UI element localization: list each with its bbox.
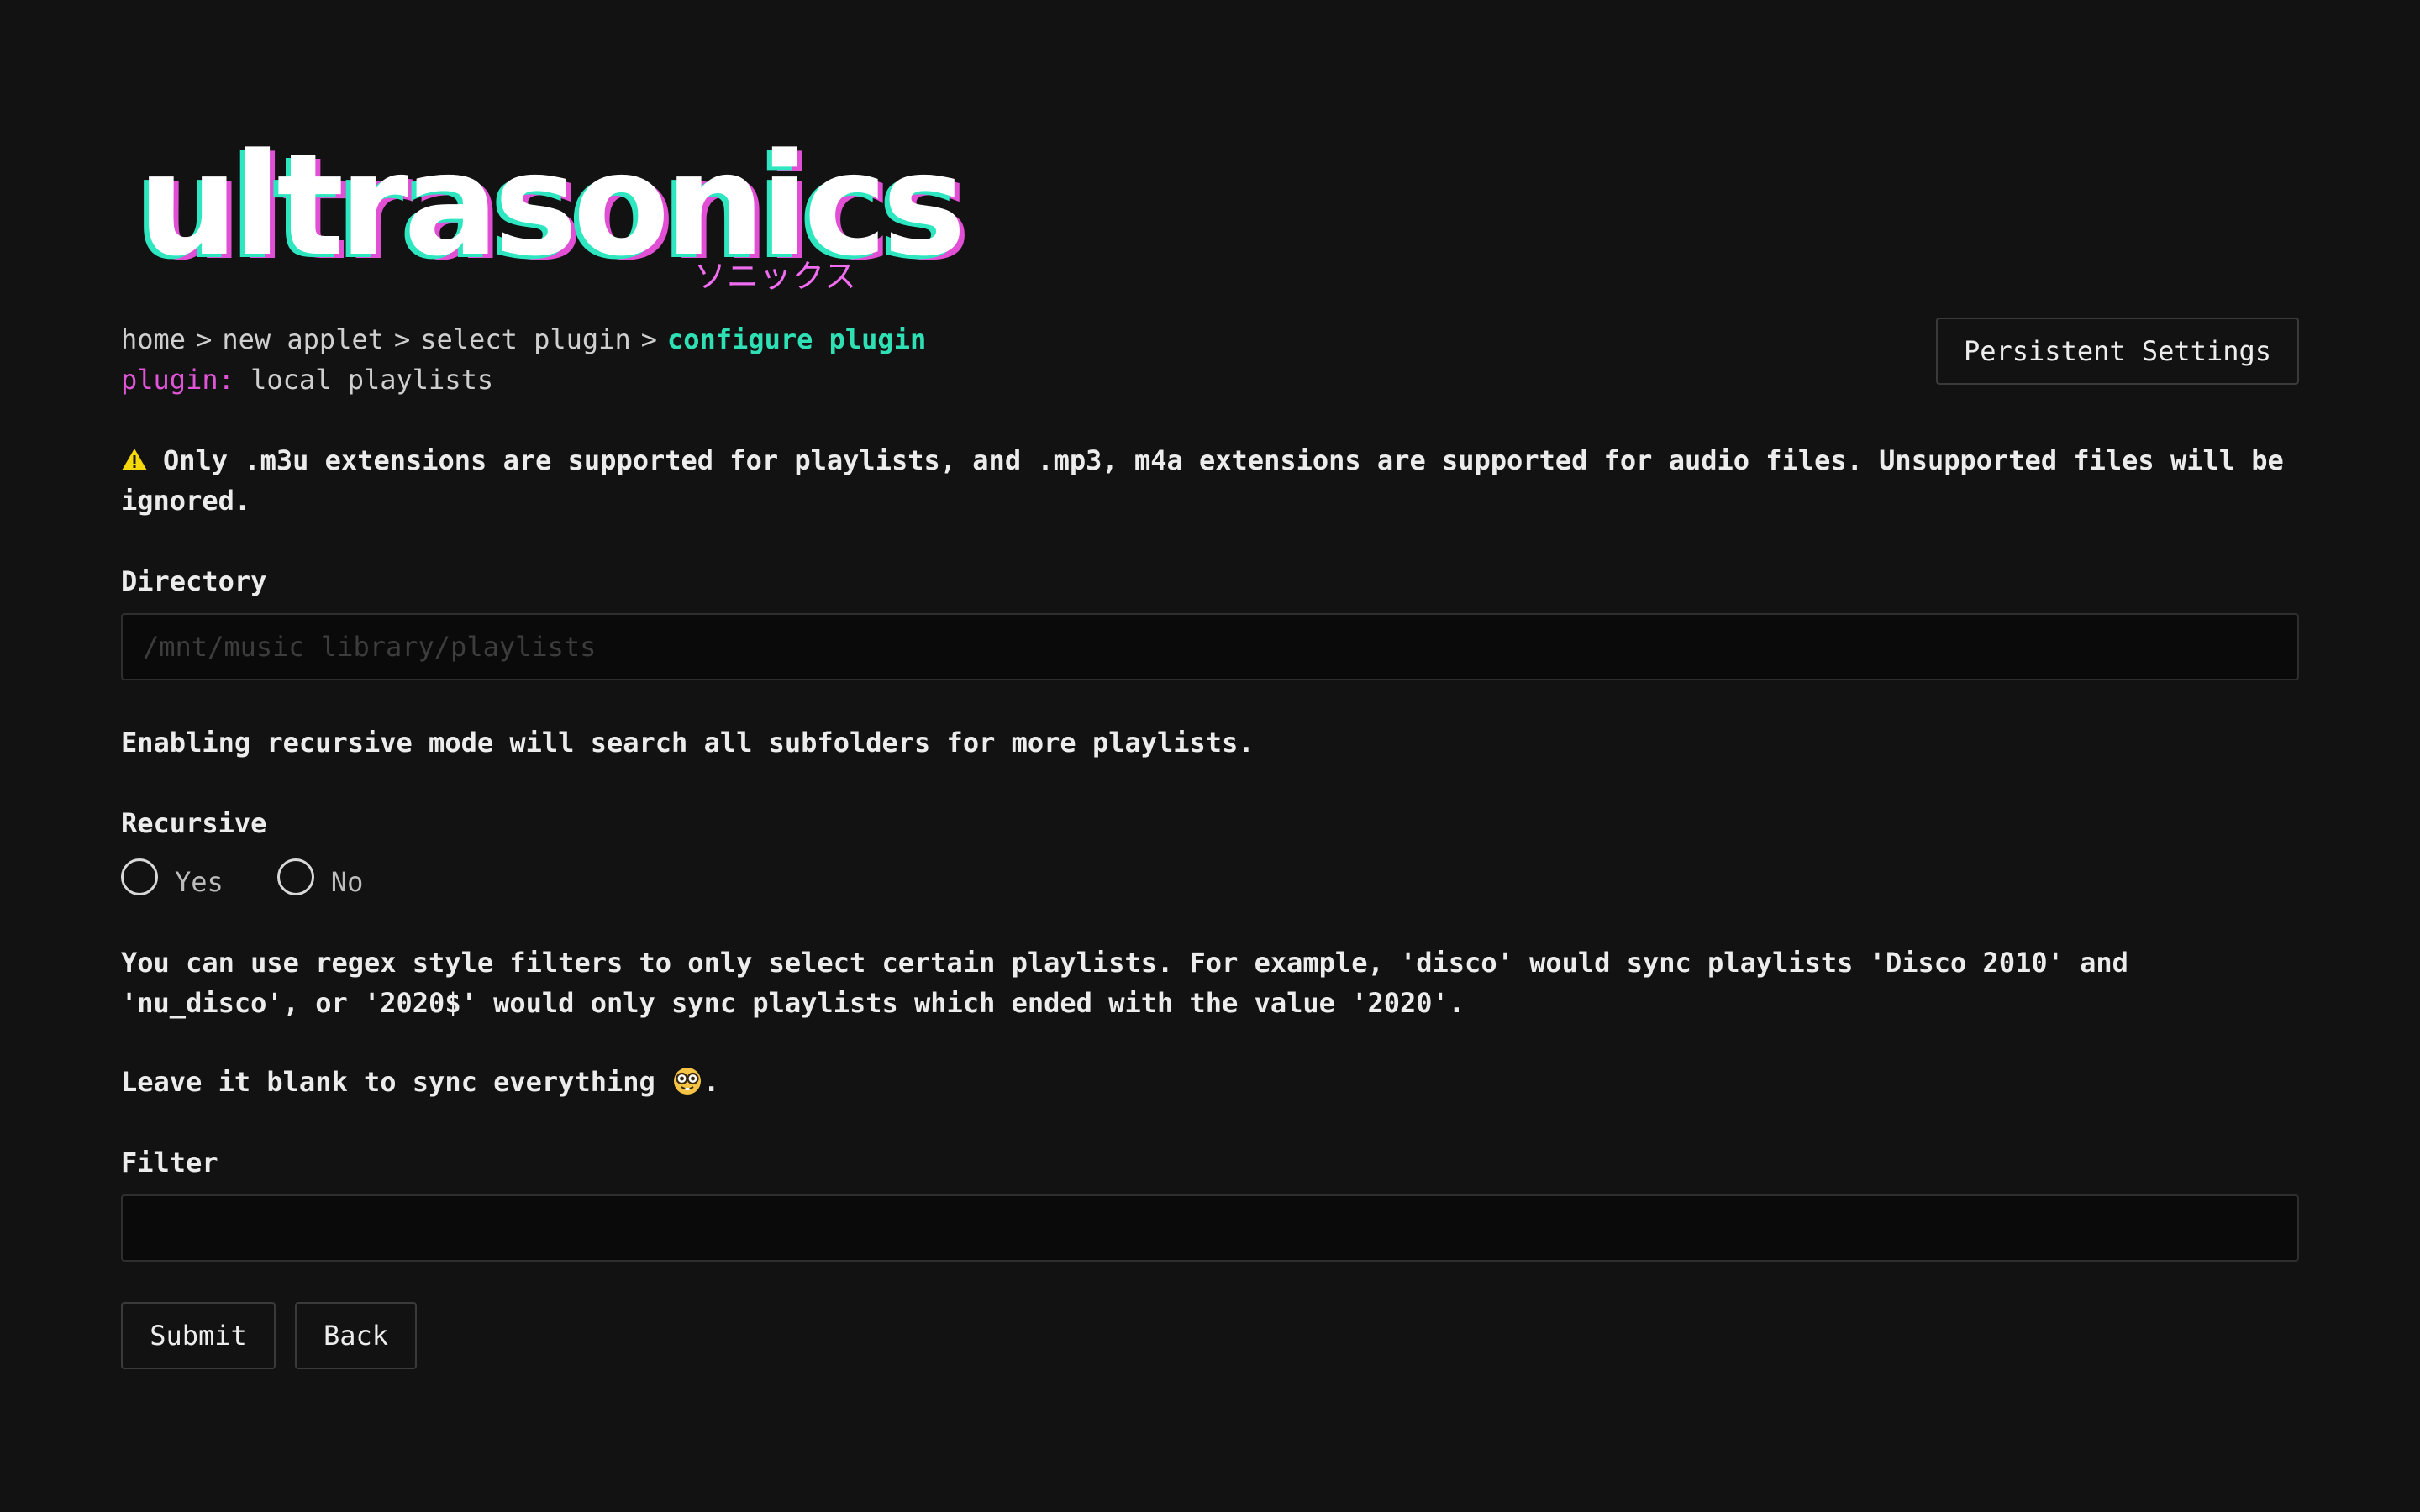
filter-input[interactable]: [121, 1194, 2299, 1262]
breadcrumb-separator: >: [196, 323, 213, 355]
recursive-no-option[interactable]: No: [276, 858, 364, 898]
plugin-key: plugin:: [121, 364, 234, 396]
warning-message: Only .m3u extensions are supported for p…: [121, 440, 2299, 521]
breadcrumb-current: configure plugin: [666, 323, 927, 355]
directory-label: Directory: [121, 565, 267, 597]
directory-input[interactable]: [121, 613, 2299, 680]
filter-label: Filter: [121, 1147, 218, 1179]
recursive-label: Recursive: [121, 807, 267, 839]
page: ultrasonics ソニックス home > new applet > select…: [121, 0, 2299, 1512]
radio-yes-label[interactable]: Yes: [175, 866, 224, 898]
recursive-yes-option[interactable]: Yes: [121, 858, 224, 898]
blank-info-text: Leave it blank to sync everything: [121, 1066, 655, 1098]
submit-button[interactable]: Submit: [121, 1302, 276, 1369]
blank-info-suffix: .: [703, 1066, 720, 1098]
recursive-info: Enabling recursive mode will search all …: [121, 727, 1255, 759]
radio-no[interactable]: [276, 858, 314, 895]
breadcrumb-new-applet[interactable]: new applet: [222, 323, 384, 355]
warning-text: Only .m3u extensions are supported for p…: [121, 444, 2284, 517]
ultrasonics-logo: ultrasonics ソニックス: [138, 134, 966, 302]
nerd-face-emoji-icon: [674, 1068, 702, 1095]
plugin-name-line: plugin: local playlists: [121, 360, 493, 400]
persistent-settings-button[interactable]: Persistent Settings: [1936, 318, 2299, 385]
breadcrumb-select-plugin[interactable]: select plugin: [420, 323, 630, 355]
filter-info: You can use regex style filters to only …: [121, 947, 2128, 1019]
radio-no-label[interactable]: No: [331, 866, 364, 898]
logo-kana: ソニックス: [694, 258, 857, 295]
breadcrumb-separator: >: [640, 323, 657, 355]
back-button[interactable]: Back: [295, 1302, 417, 1369]
breadcrumb: home > new applet > select plugin > configure …: [121, 319, 926, 360]
plugin-value: local playlists: [250, 364, 494, 396]
recursive-radio-group: Yes No: [121, 855, 417, 899]
breadcrumb-home[interactable]: home: [121, 323, 186, 355]
blank-info: Leave it blank to sync everything .: [121, 1062, 2299, 1102]
breadcrumb-separator: >: [393, 323, 411, 355]
warning-icon: [122, 449, 147, 470]
radio-yes[interactable]: [121, 858, 158, 895]
